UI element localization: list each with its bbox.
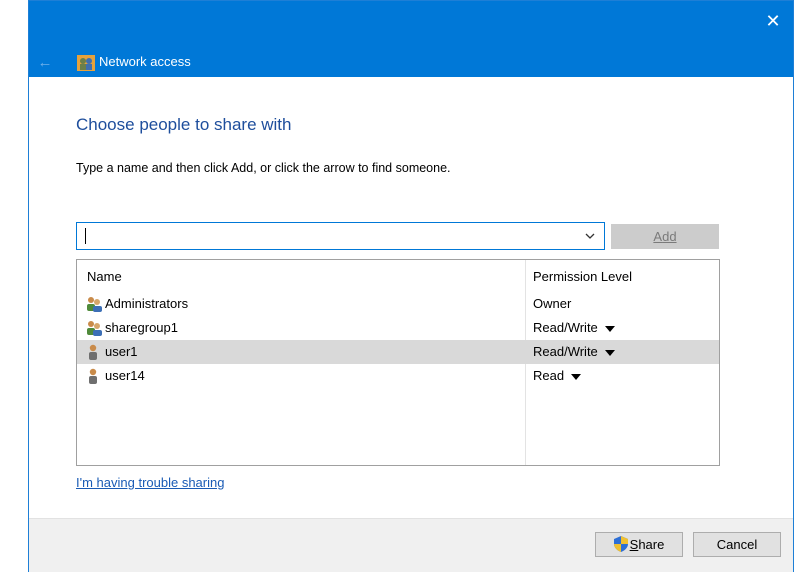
list-item-name: user14 [105, 368, 145, 383]
share-button-label: hare [638, 537, 665, 552]
cancel-button[interactable]: Cancel [693, 532, 781, 557]
dialog-content: Choose people to share with Type a name … [29, 77, 793, 518]
back-button[interactable]: ← [33, 51, 57, 75]
share-button[interactable]: Share [595, 532, 683, 557]
network-access-icon [77, 55, 95, 71]
name-combobox[interactable] [76, 222, 605, 250]
text-caret [85, 228, 86, 244]
permission-dropdown[interactable]: Read [533, 368, 582, 383]
list-item[interactable]: Administrators Owner [77, 292, 719, 316]
list-item[interactable]: sharegroup1 Read/Write [77, 316, 719, 340]
close-button[interactable]: ✕ [759, 7, 787, 35]
share-button-accesskey: S [629, 537, 639, 552]
trouble-sharing-link[interactable]: I'm having trouble sharing [76, 475, 224, 490]
share-list[interactable]: Name Permission Level Administrators Own… [76, 259, 720, 466]
add-button-label: dd [662, 229, 677, 244]
page-title: Choose people to share with [76, 115, 292, 134]
column-header-permission[interactable]: Permission Level [533, 269, 632, 284]
permission-label: Read [533, 368, 565, 383]
dialog-title: Network access [99, 54, 191, 69]
close-icon: ✕ [765, 11, 781, 31]
group-icon [87, 297, 102, 312]
column-header-name[interactable]: Name [87, 269, 122, 284]
list-item-name: Administrators [105, 296, 189, 311]
dropdown-arrow-icon[interactable] [604, 325, 615, 332]
back-arrow-icon: ← [37, 54, 53, 71]
dropdown-arrow-icon[interactable] [604, 349, 615, 356]
instruction-text: Type a name and then click Add, or click… [76, 161, 451, 175]
add-button-accesskey: A [653, 229, 663, 244]
list-item-name: user1 [105, 344, 138, 359]
user-icon [89, 344, 97, 360]
list-item-selected[interactable]: user1 Read/Write [77, 340, 719, 364]
navigation-bar: ← Network access [29, 49, 793, 77]
uac-shield-icon [613, 536, 628, 552]
list-header: Name Permission Level [77, 260, 719, 292]
user-icon [89, 368, 97, 384]
list-item[interactable]: user14 Read [77, 364, 719, 388]
permission-label: Read/Write [533, 344, 598, 359]
permission-label: Owner [533, 296, 572, 311]
dialog-footer: Share Cancel [29, 518, 793, 572]
add-button[interactable]: Add [611, 224, 719, 249]
title-bar: ✕ [29, 1, 793, 49]
group-icon [87, 321, 102, 336]
permission-dropdown[interactable]: Read/Write [533, 344, 615, 359]
permission-level: Owner [533, 296, 571, 311]
permission-dropdown[interactable]: Read/Write [533, 320, 615, 335]
network-access-dialog: ✕ ← Network access Choose people to shar… [28, 0, 794, 572]
chevron-down-icon[interactable] [584, 228, 596, 244]
list-item-name: sharegroup1 [105, 320, 178, 335]
dropdown-arrow-icon[interactable] [571, 373, 582, 380]
permission-label: Read/Write [533, 320, 598, 335]
